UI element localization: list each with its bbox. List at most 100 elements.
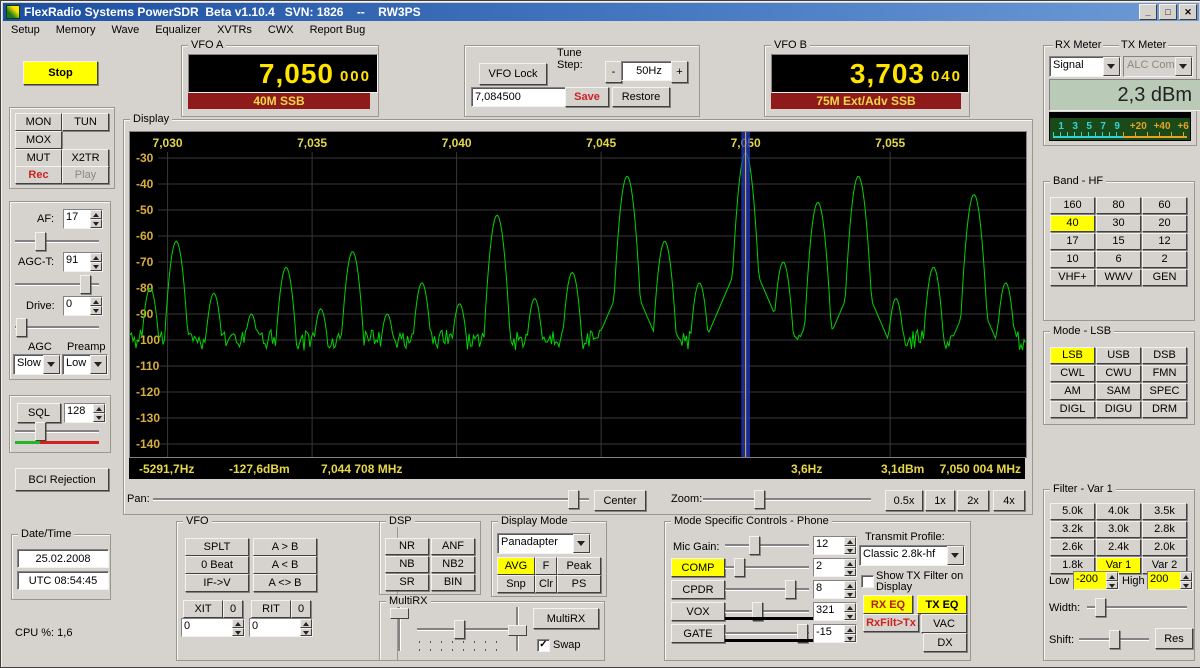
bin-button[interactable]: BIN (431, 574, 475, 591)
x2tr-button[interactable]: X2TR (62, 149, 109, 167)
cpdr-slider[interactable] (725, 579, 809, 598)
mon-button[interactable]: MON (15, 113, 62, 131)
dx-button[interactable]: DX (923, 633, 967, 652)
menu-setup[interactable]: Setup (3, 22, 48, 38)
zoom-1x-button[interactable]: 1x (925, 490, 955, 511)
spinner-down-icon[interactable] (844, 568, 856, 577)
drive-slider[interactable] (15, 317, 99, 336)
mode-cwu-button[interactable]: CWU (1096, 365, 1141, 382)
slider-thumb[interactable] (35, 232, 46, 251)
mode-digl-button[interactable]: DIGL (1050, 401, 1095, 418)
show-tx-filter-checkbox[interactable] (861, 575, 874, 588)
vfo-lock-button[interactable]: VFO Lock (479, 63, 547, 85)
f-button[interactable]: F (535, 557, 557, 575)
band-wwv-button[interactable]: WWV (1096, 269, 1141, 286)
band-17-button[interactable]: 17 (1050, 233, 1095, 250)
spinner-up-icon[interactable] (90, 210, 102, 219)
multirx-gain-slider[interactable] (389, 607, 408, 651)
slider-thumb[interactable] (749, 536, 760, 555)
spinner-up-icon[interactable] (232, 619, 244, 628)
spinner-down-icon[interactable] (844, 546, 856, 555)
vox-spinner[interactable]: 321 (813, 602, 857, 621)
center-button[interactable]: Center (594, 490, 646, 511)
comp-spinner[interactable]: 2 (813, 558, 857, 577)
filter-32k-button[interactable]: 3.2k (1050, 521, 1095, 538)
mode-usb-button[interactable]: USB (1096, 347, 1141, 364)
spinner-up-icon[interactable] (1180, 572, 1192, 581)
mode-fmn-button[interactable]: FMN (1142, 365, 1187, 382)
vac-button[interactable]: VAC (921, 614, 967, 633)
band-gen-button[interactable]: GEN (1142, 269, 1187, 286)
slider-thumb[interactable] (568, 490, 579, 509)
tune-step-down-button[interactable]: - (605, 61, 622, 83)
preamp-select[interactable]: Low (62, 354, 108, 375)
band-15-button[interactable]: 15 (1096, 233, 1141, 250)
sql-button[interactable]: SQL (17, 403, 61, 423)
slider-thumb[interactable] (1109, 630, 1120, 649)
spinner-up-icon[interactable] (844, 581, 856, 590)
quick-memory-field[interactable]: 7,084500 (471, 87, 567, 107)
xit-button[interactable]: XIT (183, 600, 223, 618)
rxfilt-to-tx-button[interactable]: RxFilt>Tx (863, 614, 919, 632)
slider-thumb[interactable] (80, 275, 91, 294)
display-mode-select[interactable]: Panadapter (497, 533, 591, 554)
zoom-4x-button[interactable]: 4x (993, 490, 1025, 511)
rit-spinner[interactable]: 0 (249, 618, 313, 637)
sql-spinner[interactable]: 128 (64, 403, 106, 423)
if-to-vfo-button[interactable]: IF->V (185, 574, 249, 592)
maximize-button[interactable]: □ (1159, 4, 1177, 20)
spinner-down-icon[interactable] (90, 306, 102, 315)
anf-button[interactable]: ANF (431, 538, 475, 555)
spinner-up-icon[interactable] (93, 404, 105, 413)
comp-button[interactable]: COMP (671, 558, 725, 577)
comp-slider[interactable] (725, 557, 809, 576)
ps-button[interactable]: PS (557, 575, 601, 593)
filter-50k-button[interactable]: 5.0k (1050, 503, 1095, 520)
band-60-button[interactable]: 60 (1142, 197, 1187, 214)
band-12-button[interactable]: 12 (1142, 233, 1187, 250)
a-swap-b-button[interactable]: A <> B (253, 574, 317, 592)
zoom-05x-button[interactable]: 0.5x (885, 490, 923, 511)
menu-memory[interactable]: Memory (48, 22, 104, 38)
chevron-down-icon[interactable] (43, 355, 60, 374)
filter-26k-button[interactable]: 2.6k (1050, 539, 1095, 556)
band-vhf-button[interactable]: VHF+ (1050, 269, 1095, 286)
chevron-down-icon[interactable] (90, 355, 107, 374)
menu-report-bug[interactable]: Report Bug (302, 22, 374, 38)
slider-thumb[interactable] (508, 625, 527, 636)
spectrum-display[interactable]: -30-40-50-60-70-80-90-100-110-120-130-14… (129, 131, 1027, 458)
filter-30k-button[interactable]: 3.0k (1096, 521, 1141, 538)
spinner-down-icon[interactable] (300, 628, 312, 637)
rx-eq-button[interactable]: RX EQ (863, 595, 913, 614)
menu-xvtrs[interactable]: XVTRs (209, 22, 260, 38)
spinner-down-icon[interactable] (844, 590, 856, 599)
clr-button[interactable]: Clr (535, 575, 557, 593)
nr-button[interactable]: NR (385, 538, 429, 555)
tx-meter-select[interactable]: ALC Comp (1123, 56, 1193, 77)
bci-rejection-button[interactable]: BCI Rejection (15, 468, 109, 491)
rit-zero-button[interactable]: 0 (291, 600, 311, 618)
close-button[interactable]: ✕ (1179, 4, 1197, 20)
mic-gain-slider[interactable] (725, 535, 809, 554)
filter-shift-slider[interactable] (1079, 629, 1149, 648)
gate-button[interactable]: GATE (671, 624, 725, 643)
rit-button[interactable]: RIT (251, 600, 291, 618)
vox-button[interactable]: VOX (671, 602, 725, 621)
xit-spinner[interactable]: 0 (181, 618, 245, 637)
split-button[interactable]: SPLT (185, 538, 249, 556)
spinner-down-icon[interactable] (90, 262, 102, 271)
band-160-button[interactable]: 160 (1050, 197, 1095, 214)
chevron-down-icon[interactable] (1175, 57, 1192, 76)
minimize-button[interactable]: _ (1139, 4, 1157, 20)
agct-slider[interactable] (15, 274, 99, 293)
spinner-down-icon[interactable] (1180, 581, 1192, 590)
multirx-balance-slider[interactable] (507, 607, 526, 651)
panadapter-spectrum[interactable]: -30-40-50-60-70-80-90-100-110-120-130-14… (130, 132, 1026, 457)
sql-slider[interactable] (15, 421, 99, 440)
mode-digu-button[interactable]: DIGU (1096, 401, 1141, 418)
spinner-down-icon[interactable] (1106, 581, 1118, 590)
mode-spec-button[interactable]: SPEC (1142, 383, 1187, 400)
spinner-up-icon[interactable] (90, 297, 102, 306)
filter-high-spinner[interactable]: 200 (1147, 571, 1193, 590)
band-20-button[interactable]: 20 (1142, 215, 1187, 232)
